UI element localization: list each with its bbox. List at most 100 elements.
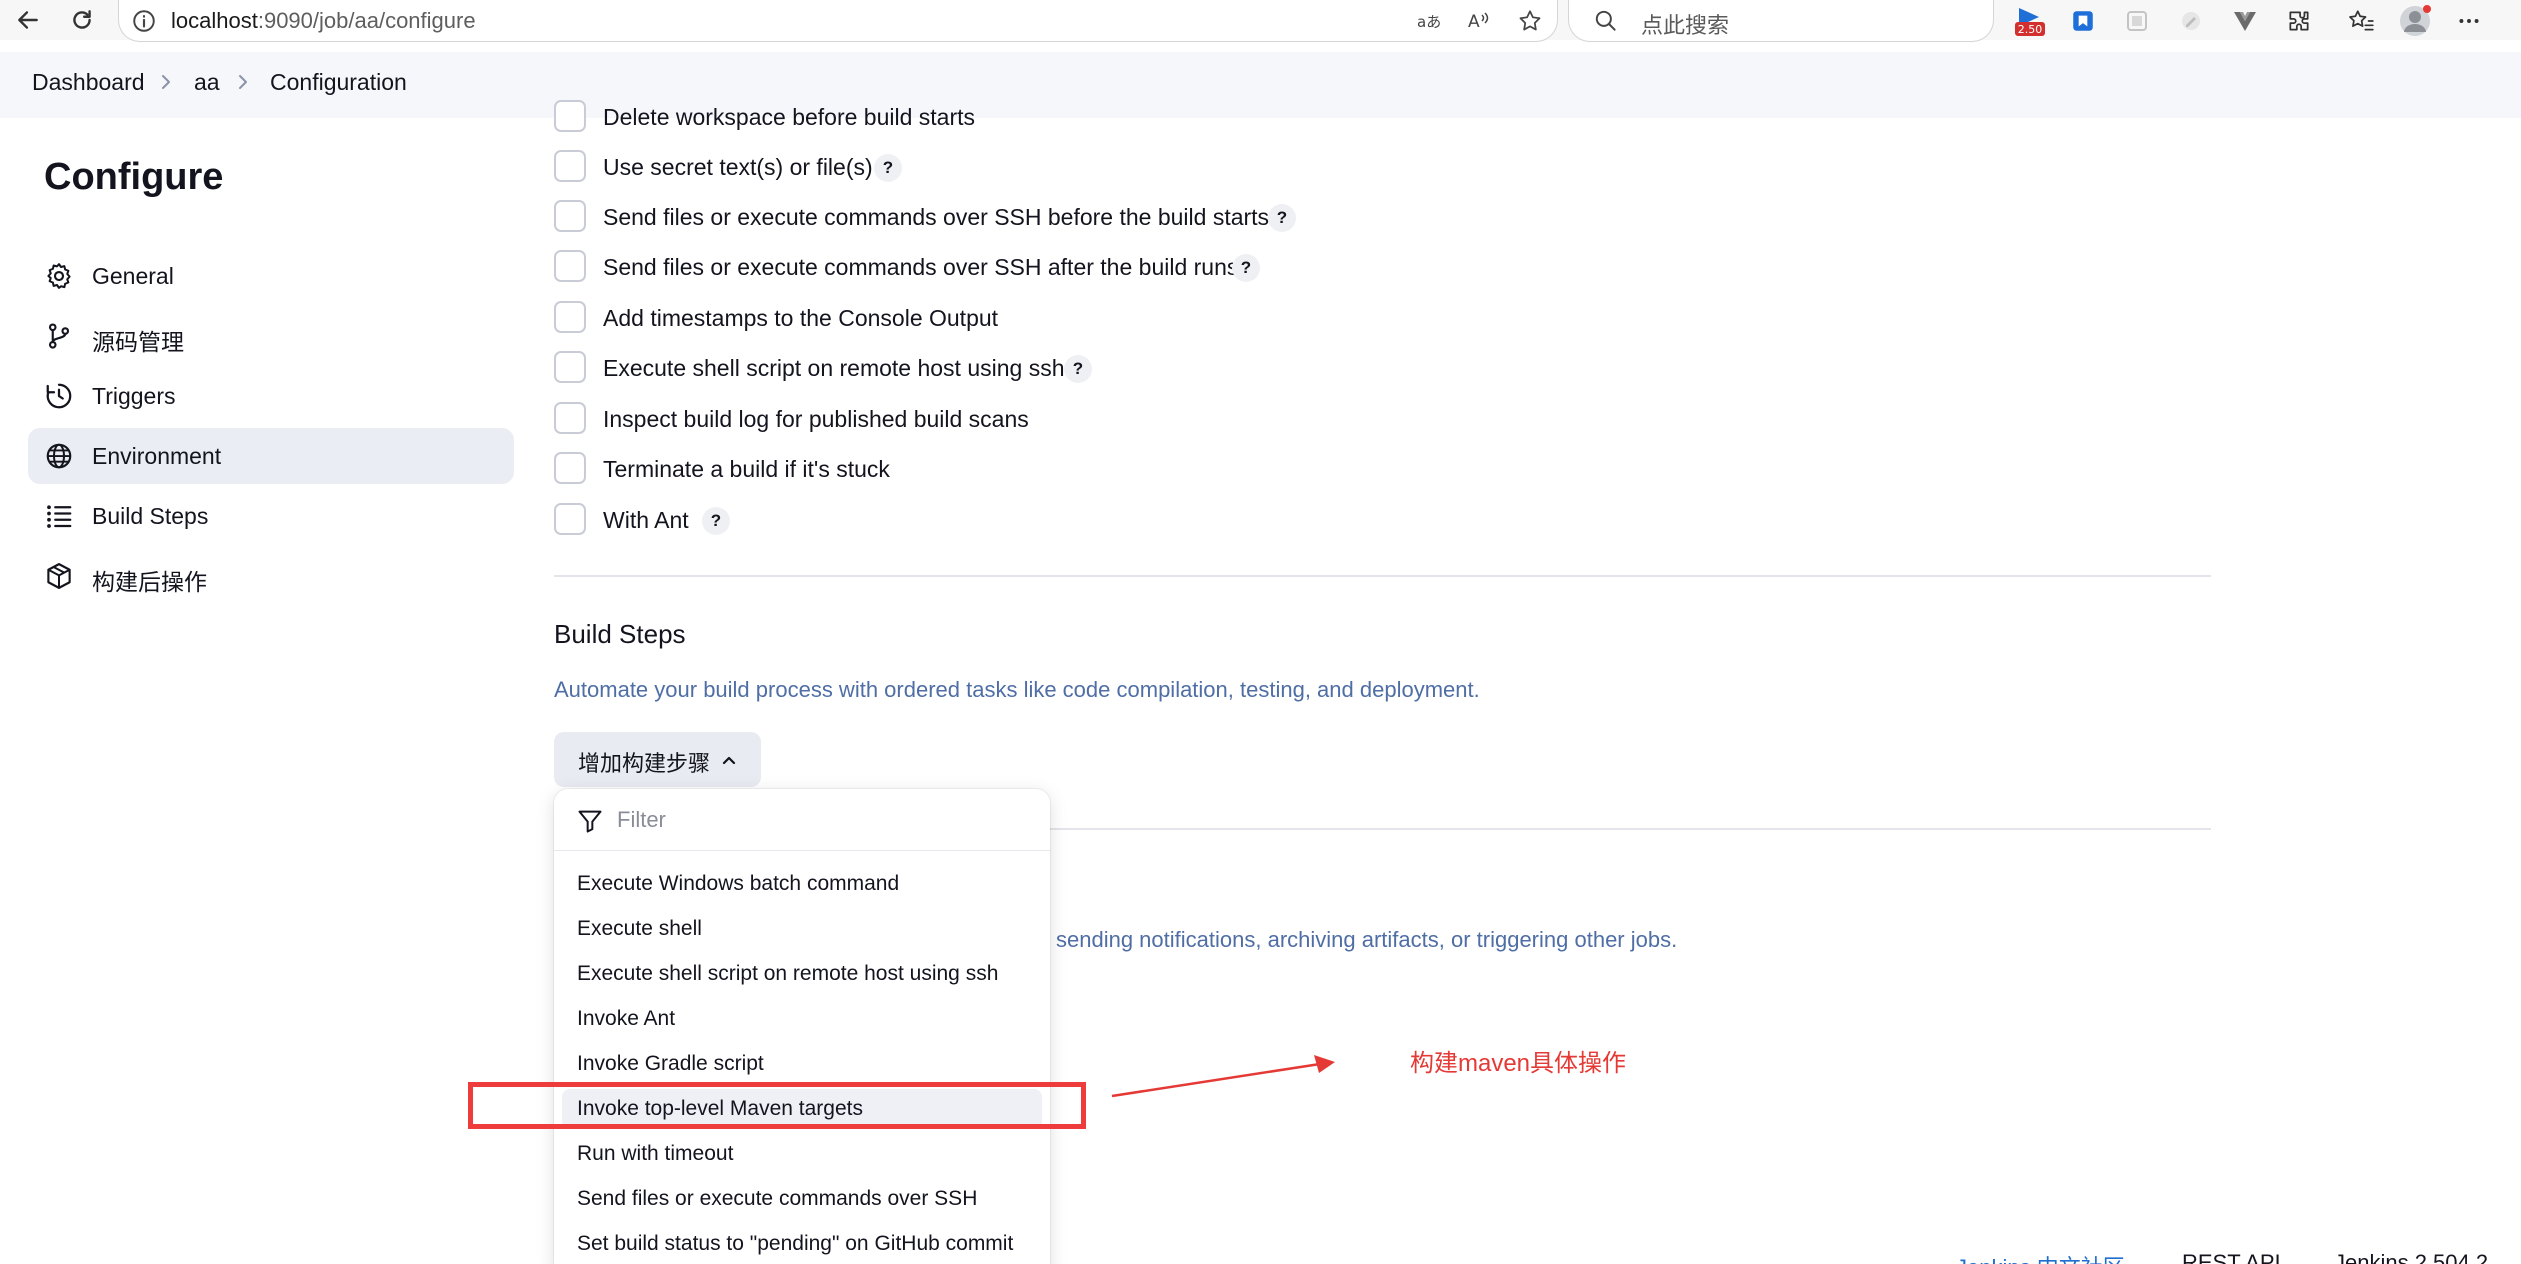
translate-icon[interactable]: aあ (1415, 6, 1445, 36)
footer-community-link[interactable]: Jenkins 中文社区 (1956, 1250, 2125, 1264)
help-icon[interactable]: ? (1232, 254, 1260, 282)
checkbox[interactable] (554, 402, 586, 434)
favorites-list-icon[interactable] (2344, 4, 2378, 38)
build-steps-title: Build Steps (554, 619, 686, 649)
checkbox[interactable] (554, 100, 586, 132)
footer-version[interactable]: Jenkins 2.504.2 (2334, 1250, 2488, 1264)
package-icon (44, 561, 74, 591)
sidebar-item-environment[interactable]: Environment (28, 428, 514, 484)
svg-text:2.50: 2.50 (2018, 23, 2043, 36)
dropdown-item-invoke-ant[interactable]: Invoke Ant (562, 999, 1042, 1039)
reload-icon[interactable] (66, 4, 98, 36)
annotation-text: 构建maven具体操作 (1410, 1050, 1627, 1077)
checkbox-label: Execute shell script on remote host usin… (603, 355, 1065, 381)
sidebar-item-post-build[interactable]: 构建后操作 (28, 548, 514, 604)
globe-icon (44, 441, 74, 471)
checkbox[interactable] (554, 452, 586, 484)
sidebar-item-build-steps[interactable]: Build Steps (28, 488, 514, 544)
download-speed-extension-icon[interactable]: 2.50 (2013, 4, 2047, 38)
browser-toolbar: localhost:9090/job/aa/configure aあ A 点此搜… (0, 0, 2521, 42)
clock-icon (44, 381, 74, 411)
checkbox-label: Send files or execute commands over SSH … (603, 204, 1270, 230)
annotation-arrow-icon (1111, 1055, 1335, 1098)
footer-rest-api-link[interactable]: REST API (2182, 1250, 2281, 1264)
checkbox-label: Send files or execute commands over SSH … (603, 254, 1239, 280)
checkbox[interactable] (554, 301, 586, 333)
post-build-description: sending notifications, archiving artifac… (1056, 927, 1678, 952)
checkbox-label: Use secret text(s) or file(s) (603, 154, 873, 180)
dropdown-item-label: Invoke Ant (577, 1007, 676, 1030)
checkbox-label: Delete workspace before build starts (603, 104, 976, 130)
gear-icon (44, 261, 74, 291)
help-icon[interactable]: ? (1064, 355, 1092, 383)
checkbox-label: With Ant (603, 507, 689, 533)
sidebar-item-label: 源码管理 (92, 329, 184, 355)
dropdown-item-label: Send files or execute commands over SSH (577, 1187, 978, 1210)
dropdown-item-execute-shell[interactable]: Execute shell (562, 909, 1042, 949)
address-bar[interactable]: localhost:9090/job/aa/configure aあ A (118, 0, 1558, 42)
checkbox[interactable] (554, 351, 586, 383)
more-menu-icon[interactable] (2452, 4, 2486, 38)
breadcrumb-job[interactable]: aa (194, 69, 220, 96)
checkbox[interactable] (554, 250, 586, 282)
extensions-puzzle-icon[interactable] (2282, 4, 2316, 38)
dropdown-item-timeout[interactable]: Run with timeout (562, 1134, 1042, 1174)
source-branch-icon (44, 321, 74, 351)
checkbox-label: Add timestamps to the Console Output (603, 305, 999, 331)
checkbox-label: Inspect build log for published build sc… (603, 406, 1029, 432)
breadcrumb-configuration[interactable]: Configuration (270, 69, 407, 96)
list-icon (44, 501, 74, 531)
filter-funnel-icon (576, 807, 604, 835)
chevron-right-icon (156, 70, 176, 94)
section-divider (554, 575, 2211, 577)
back-arrow-icon[interactable] (12, 4, 44, 36)
sidebar-item-source[interactable]: 源码管理 (28, 308, 514, 364)
dropdown-filter[interactable]: Filter (554, 789, 1050, 851)
chevron-right-icon (233, 70, 253, 94)
dropdown-item-label: Invoke Gradle script (577, 1052, 764, 1075)
dropdown-item-ssh-send[interactable]: Send files or execute commands over SSH (562, 1179, 1042, 1219)
sidebar-item-label: Build Steps (92, 503, 209, 529)
dropdown-item-windows-batch[interactable]: Execute Windows batch command (562, 864, 1042, 904)
url-text: localhost:9090/job/aa/configure (171, 8, 476, 33)
checkbox[interactable] (554, 200, 586, 232)
dropdown-item-label: Run with timeout (577, 1142, 734, 1165)
profile-avatar-icon[interactable] (2398, 4, 2432, 38)
search-placeholder: 点此搜索 (1641, 13, 1730, 38)
dropdown-item-label: Execute Windows batch command (577, 872, 900, 895)
svg-text:aあ: aあ (1417, 13, 1441, 31)
add-build-step-label: 增加构建步骤 (578, 751, 711, 776)
dropdown-item-remote-ssh[interactable]: Execute shell script on remote host usin… (562, 954, 1042, 994)
dropdown-item-label: Set build status to "pending" on GitHub … (577, 1232, 1014, 1255)
help-icon[interactable]: ? (874, 154, 902, 182)
vue-devtools-icon[interactable] (2228, 4, 2262, 38)
build-step-dropdown: Filter Execute Windows batch command Exe… (554, 789, 1050, 1264)
add-build-step-button[interactable]: 增加构建步骤 (554, 732, 761, 787)
help-icon[interactable]: ? (1268, 204, 1296, 232)
read-aloud-icon[interactable]: A (1465, 6, 1495, 36)
sidebar-item-triggers[interactable]: Triggers (28, 368, 514, 424)
checkbox[interactable] (554, 150, 586, 182)
dropdown-item-github-status[interactable]: Set build status to "pending" on GitHub … (562, 1224, 1042, 1264)
help-icon[interactable]: ? (702, 507, 730, 535)
chevron-up-icon (718, 749, 740, 771)
sidebar-item-general[interactable]: General (28, 248, 514, 304)
browser-search-box[interactable]: 点此搜索 (1568, 0, 1994, 42)
sidebar-item-label: Environment (92, 443, 222, 469)
dropdown-item-label: Execute shell script on remote host usin… (577, 962, 999, 985)
pen-extension-icon[interactable] (2174, 4, 2208, 38)
grey-extension-icon[interactable] (2120, 4, 2154, 38)
dropdown-item-gradle[interactable]: Invoke Gradle script (562, 1044, 1042, 1084)
filter-input[interactable]: Filter (617, 807, 666, 833)
checkbox-label: Terminate a build if it's stuck (603, 456, 890, 482)
favorite-star-icon[interactable] (1515, 6, 1545, 36)
checkbox[interactable] (554, 503, 586, 535)
site-info-icon[interactable] (131, 8, 157, 39)
dropdown-item-label: Execute shell (577, 917, 702, 940)
page-title: Configure (44, 156, 224, 198)
breadcrumb-dashboard[interactable]: Dashboard (32, 69, 145, 96)
build-steps-description: Automate your build process with ordered… (554, 677, 1480, 702)
sidebar-item-label: 构建后操作 (92, 569, 207, 595)
bookmark-extension-icon[interactable] (2066, 4, 2100, 38)
sidebar-item-label: General (92, 263, 174, 289)
